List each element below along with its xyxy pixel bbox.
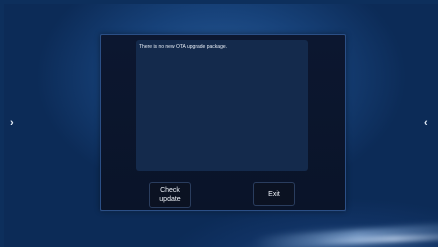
ota-update-dialog: There is no new OTA upgrade package. Che… [100,34,346,211]
nav-left-arrow-icon[interactable]: › [10,118,14,129]
status-message: There is no new OTA upgrade package. [139,44,228,50]
nav-right-arrow-icon[interactable]: ‹ [424,118,428,129]
message-panel: There is no new OTA upgrade package. [136,40,308,171]
exit-button[interactable]: Exit [253,182,295,206]
check-update-button[interactable]: Check update [149,182,191,208]
